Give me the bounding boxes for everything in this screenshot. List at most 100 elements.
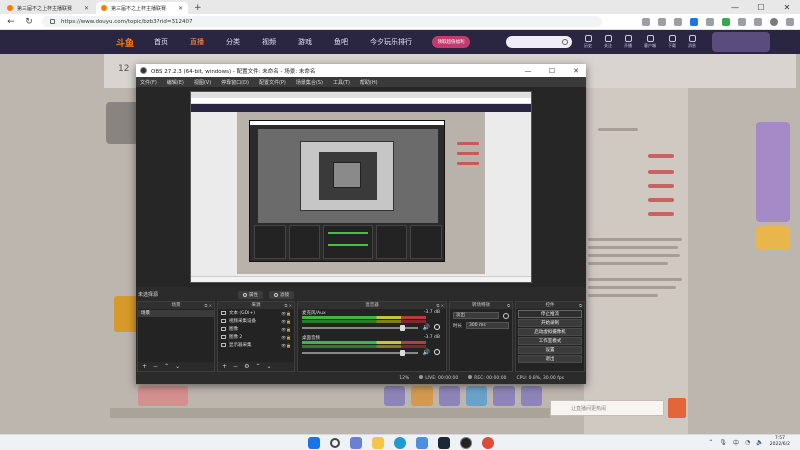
exit-button[interactable]: 退出 (518, 355, 582, 363)
url-field[interactable]: https://www.douyu.com/topic/bzb3?rid=312… (42, 16, 602, 27)
collections-icon[interactable] (754, 17, 762, 26)
studio-mode-button[interactable]: 工作室模式 (518, 337, 582, 345)
dock-pin-icons[interactable]: ⧉ (579, 302, 582, 309)
favorites-bar-icon[interactable] (738, 17, 746, 26)
nav-item-fishbar[interactable]: 鱼吧 (334, 37, 348, 47)
menu-profile[interactable]: 配置文件(P) (259, 79, 286, 86)
eye-lock-icons[interactable]: 👁🔒 (281, 311, 291, 316)
dock-pin-icons[interactable]: ⧉ ✕ (205, 302, 212, 309)
volume-icon[interactable]: 🔈 (756, 439, 763, 446)
obs-title-bar[interactable]: OBS 27.2.3 (64-bit, windows) - 配置文件: 未命名… (136, 64, 586, 77)
menu-view[interactable]: 视图(V) (194, 79, 211, 86)
eye-lock-icons[interactable]: 👁🔒 (281, 335, 291, 340)
chevron-up-icon[interactable]: ⌃ (708, 439, 713, 446)
obs-close-button[interactable]: ✕ (566, 67, 586, 75)
menu-help[interactable]: 帮助(H) (360, 79, 378, 86)
back-icon[interactable]: ← (6, 17, 16, 27)
gift-item[interactable] (384, 386, 406, 406)
history-button[interactable]: 历史 (584, 35, 592, 49)
wifi-icon[interactable]: ◔ (745, 439, 750, 446)
dock-pin-icons[interactable]: ⧉ (507, 302, 510, 309)
gear-icon[interactable] (434, 349, 440, 355)
read-aloud-icon[interactable] (642, 17, 650, 26)
nav-item-live[interactable]: 直播 (190, 37, 204, 47)
nav-item-ranking[interactable]: 今夕玩乐排行 (370, 37, 412, 47)
source-item-display[interactable]: 显示器采集 👁🔒 (218, 341, 294, 349)
maximize-button[interactable]: ☐ (748, 0, 774, 14)
obs-minimize-button[interactable]: — (518, 67, 538, 75)
volume-slider-handle[interactable] (400, 350, 405, 356)
eye-lock-icons[interactable]: 👁🔒 (281, 327, 291, 332)
add-source-button[interactable]: + (222, 363, 227, 370)
right-side-ad-2[interactable] (756, 226, 790, 250)
gift-item[interactable] (520, 386, 542, 406)
gift-item[interactable] (411, 386, 433, 406)
more-icon[interactable] (786, 17, 794, 26)
virtual-camera-button[interactable]: 启动虚拟摄像机 (518, 328, 582, 336)
client-button[interactable]: 客户端 (644, 35, 656, 49)
extension-icon-2[interactable] (706, 17, 714, 26)
browser-tab-1[interactable]: 第三届不之上杯主播联赛 ✕ (2, 2, 94, 14)
download-button[interactable]: 下载 (668, 35, 676, 49)
nav-item-home[interactable]: 首页 (154, 37, 168, 47)
chat-input[interactable]: 让直播间更热闹 (550, 400, 664, 416)
site-search-input[interactable] (506, 36, 573, 48)
system-clock[interactable]: 7:57 2022/6/2 (770, 436, 790, 448)
speaker-icon[interactable]: 🔊 (423, 324, 430, 331)
refresh-icon[interactable]: ↻ (24, 17, 34, 27)
source-item-image-2[interactable]: 图像 2 👁🔒 (218, 333, 294, 341)
microphone-icon[interactable]: 🎙 (719, 439, 727, 446)
browser-tab-2[interactable]: 第三届不之上杯主播联赛 ✕ (96, 2, 188, 14)
close-button[interactable]: ✕ (774, 0, 800, 14)
scene-item[interactable]: 场景 (138, 310, 214, 317)
dock-pin-icons[interactable]: ⧉ ✕ (285, 302, 292, 309)
properties-button[interactable]: 属性 (238, 290, 264, 299)
promo-button[interactable]: 领取超值福利 (432, 36, 471, 48)
profile-avatar[interactable] (770, 17, 778, 26)
remove-scene-button[interactable]: − (153, 363, 158, 370)
menu-docks[interactable]: 停靠窗口(D) (221, 79, 249, 86)
source-item-video[interactable]: 视频采集设备 👁🔒 (218, 317, 294, 325)
obs-maximize-button[interactable]: ☐ (542, 67, 562, 75)
nav-item-game[interactable]: 游戏 (298, 37, 312, 47)
menu-tools[interactable]: 工具(T) (333, 79, 350, 86)
start-recording-button[interactable]: 开始录制 (518, 319, 582, 327)
obs-taskbar-icon[interactable] (460, 437, 472, 449)
filters-button[interactable]: 滤镜 (269, 290, 295, 299)
widgets-icon[interactable] (350, 437, 362, 449)
store-icon[interactable] (416, 437, 428, 449)
nav-item-category[interactable]: 分类 (226, 37, 240, 47)
extension-icon[interactable] (674, 17, 682, 26)
right-side-ad[interactable] (756, 122, 790, 222)
gift-item[interactable] (493, 386, 515, 406)
source-settings-icon[interactable]: ⚙ (244, 363, 249, 370)
send-button[interactable] (668, 398, 686, 418)
gift-item[interactable] (465, 386, 488, 406)
ime-indicator[interactable]: 中 (733, 438, 739, 447)
transition-select[interactable]: 淡出 (453, 312, 499, 319)
search-icon[interactable] (330, 438, 340, 448)
move-up-icon[interactable]: ⌃ (164, 363, 169, 370)
remove-source-button[interactable]: − (233, 363, 238, 370)
favorites-icon[interactable] (658, 17, 666, 26)
menu-edit[interactable]: 编辑(E) (167, 79, 184, 86)
tab-close-icon[interactable]: ✕ (178, 5, 183, 12)
gift-bar-left[interactable] (138, 386, 188, 406)
source-item-image[interactable]: 图像 👁🔒 (218, 325, 294, 333)
file-explorer-icon[interactable] (372, 437, 384, 449)
douyu-logo[interactable]: 斗鱼 (116, 36, 134, 49)
add-scene-button[interactable]: + (142, 363, 147, 370)
stop-streaming-button[interactable]: 停止推流 (518, 310, 582, 318)
gift-item[interactable] (438, 386, 460, 406)
move-down-icon[interactable]: ⌄ (266, 363, 271, 370)
gear-icon[interactable] (434, 324, 440, 330)
eye-lock-icons[interactable]: 👁🔒 (281, 343, 291, 348)
edge-browser-icon[interactable] (394, 437, 406, 449)
tab-close-icon[interactable]: ✕ (84, 5, 89, 12)
move-up-icon[interactable]: ⌃ (255, 363, 260, 370)
new-tab-button[interactable]: + (194, 2, 202, 14)
nav-item-video[interactable]: 视频 (262, 37, 276, 47)
gear-icon[interactable] (503, 312, 509, 319)
eye-lock-icons[interactable]: 👁🔒 (281, 319, 291, 324)
extension-green-icon[interactable] (722, 17, 730, 26)
